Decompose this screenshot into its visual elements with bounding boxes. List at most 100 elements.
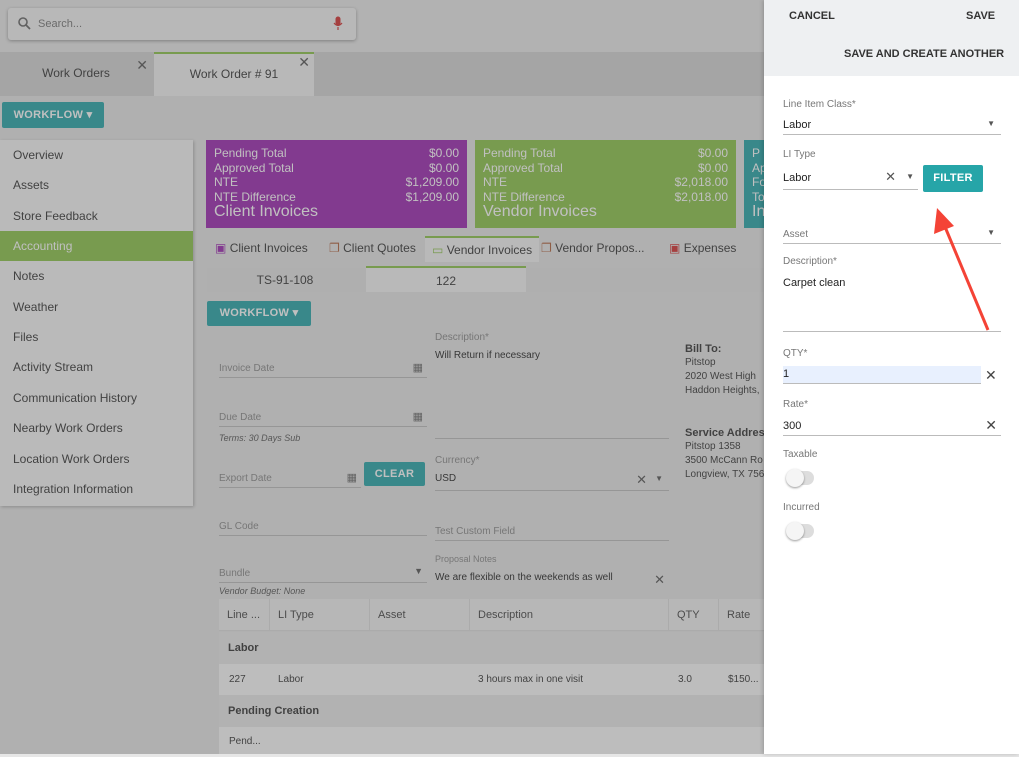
sidebar-item-nearby-work-orders[interactable]: Nearby Work Orders xyxy=(0,413,193,443)
column-header-asset[interactable]: Asset xyxy=(370,599,470,631)
sidebar-item-accounting[interactable]: Accounting xyxy=(0,231,193,261)
cell-li-type: Labor xyxy=(278,674,304,685)
bundle-select[interactable]: Bundle ▼ xyxy=(219,565,427,583)
clear-icon[interactable]: ✕ xyxy=(636,472,647,488)
sidebar-item-overview[interactable]: Overview xyxy=(0,140,193,170)
table-row[interactable]: Pend... xyxy=(219,727,764,754)
incurred-toggle[interactable] xyxy=(786,522,814,540)
clear-icon[interactable]: ✕ xyxy=(654,572,665,588)
tab-vendor-proposals[interactable]: ❐ Vendor Propos... xyxy=(541,236,645,260)
table-row[interactable]: 227 Labor 3 hours max in one visit 3.0 $… xyxy=(219,664,764,696)
address-line: Haddon Heights, xyxy=(685,385,760,396)
cell-rate: $150... xyxy=(728,674,759,685)
tab-label: Client Invoices xyxy=(229,241,308,255)
rate-value: 300 xyxy=(783,420,802,432)
address-line: Pitstop xyxy=(685,357,716,368)
column-header-li-type[interactable]: LI Type xyxy=(270,599,370,631)
column-header-rate[interactable]: Rate xyxy=(719,599,764,631)
proposal-notes-label: Proposal Notes xyxy=(435,554,497,564)
tab-expenses[interactable]: ▣ Expenses xyxy=(669,236,736,260)
currency-label: Currency* xyxy=(435,455,480,466)
filter-button[interactable]: FILTER xyxy=(923,165,983,192)
cell-line: Pend... xyxy=(229,736,261,747)
line-item-class-value: Labor xyxy=(783,119,812,131)
clear-icon[interactable]: ✕ xyxy=(885,169,896,185)
approved-total-label: Approved Total xyxy=(483,160,563,175)
sidebar-item-communication-history[interactable]: Communication History xyxy=(0,383,193,413)
workflow-label: WORKFLOW xyxy=(219,307,290,319)
sidebar-item-files[interactable]: Files xyxy=(0,322,193,352)
currency-select[interactable]: USD ✕ ▼ xyxy=(435,472,669,491)
invoice-workflow-button[interactable]: WORKFLOW ▾ xyxy=(207,301,311,326)
li-type-select[interactable]: Labor ✕ ▼ xyxy=(783,169,918,190)
sidebar-item-location-work-orders[interactable]: Location Work Orders xyxy=(0,444,193,474)
sidebar-item-integration-information[interactable]: Integration Information xyxy=(0,474,193,504)
microphone-icon[interactable] xyxy=(333,16,343,31)
li-type-value: Labor xyxy=(783,172,812,184)
nte-difference-value: $2,018.00 xyxy=(674,189,728,204)
card-text: P xyxy=(752,146,761,160)
close-icon[interactable]: ✕ xyxy=(136,48,148,82)
tab-client-invoices[interactable]: ▣ Client Invoices xyxy=(215,236,308,260)
cancel-button[interactable]: CANCEL xyxy=(789,10,835,22)
cell-description: 3 hours max in one visit xyxy=(478,674,584,685)
calendar-icon[interactable]: ▦ xyxy=(413,410,423,423)
bill-to-block: Bill To: Pitstop 2020 West High Haddon H… xyxy=(685,342,764,398)
proposal-notes-field[interactable]: We are flexible on the weekends as well … xyxy=(435,572,669,590)
tab-work-order-91[interactable]: Work Order # 91 ✕ xyxy=(154,52,314,96)
invoice-tab-122[interactable]: 122 xyxy=(366,266,526,292)
sidebar-item-activity-stream[interactable]: Activity Stream xyxy=(0,352,193,382)
column-header-line[interactable]: Line ... xyxy=(219,599,270,631)
nte-difference-label: NTE Difference xyxy=(483,189,565,204)
line-item-class-select[interactable]: Labor ▼ xyxy=(783,117,1001,135)
card-title: Client Invoices xyxy=(214,203,319,220)
sidebar-item-weather[interactable]: Weather xyxy=(0,292,193,322)
description-textarea[interactable]: Will Return if necessary xyxy=(435,350,669,439)
export-date-label: Export Date xyxy=(219,473,272,484)
rate-input[interactable]: 300 ✕ xyxy=(783,417,1001,436)
sidebar-item-store-feedback[interactable]: Store Feedback xyxy=(0,201,193,231)
search-input[interactable] xyxy=(38,15,318,33)
column-header-qty[interactable]: QTY xyxy=(669,599,719,631)
rate-label: Rate* xyxy=(783,399,809,410)
save-button[interactable]: SAVE xyxy=(966,10,995,22)
invoice-tab-ts-91-108[interactable]: TS-91-108 xyxy=(207,268,363,292)
taxable-toggle[interactable] xyxy=(786,469,814,487)
search-icon xyxy=(18,17,31,30)
clear-icon[interactable]: ✕ xyxy=(985,417,997,434)
export-date-field[interactable]: Export Date ▦ xyxy=(219,470,361,488)
sidebar-item-notes[interactable]: Notes xyxy=(0,261,193,291)
invoice-date-field[interactable]: Invoice Date ▦ xyxy=(219,360,427,378)
li-type-label: LI Type xyxy=(783,149,816,160)
tab-client-quotes[interactable]: ❐ Client Quotes xyxy=(329,236,416,260)
tab-work-orders[interactable]: Work Orders ✕ xyxy=(0,56,152,94)
test-custom-field[interactable]: Test Custom Field xyxy=(435,523,669,541)
search-box[interactable] xyxy=(8,8,356,40)
qty-input[interactable]: 1 xyxy=(783,366,981,384)
expense-icon: ▣ xyxy=(669,241,681,255)
sidebar-item-assets[interactable]: Assets xyxy=(0,170,193,200)
tab-label: Vendor Invoices xyxy=(446,243,533,257)
client-invoices-card[interactable]: Pending Total $0.00 Approved Total $0.00 N… xyxy=(206,140,467,228)
tab-label: Work Orders xyxy=(42,66,110,80)
save-and-create-another-button[interactable]: SAVE AND CREATE ANOTHER xyxy=(844,48,1004,60)
third-card[interactable]: P Ap Fo To In xyxy=(744,140,764,228)
vendor-invoices-card[interactable]: Pending Total $0.00 Approved Total $0.00 N… xyxy=(475,140,736,228)
calendar-icon[interactable]: ▦ xyxy=(413,361,423,374)
workflow-label: WORKFLOW xyxy=(13,109,84,121)
tab-label: Expenses xyxy=(683,241,737,255)
column-header-description[interactable]: Description xyxy=(470,599,669,631)
close-icon[interactable]: ✕ xyxy=(298,42,310,82)
annotation-arrow xyxy=(934,208,990,331)
gl-code-field[interactable]: GL Code xyxy=(219,518,427,536)
tab-vendor-invoices[interactable]: ▭ Vendor Invoices xyxy=(425,236,540,262)
due-date-field[interactable]: Due Date ▦ xyxy=(219,409,427,427)
clear-button[interactable]: CLEAR xyxy=(364,462,425,486)
calendar-icon[interactable]: ▦ xyxy=(347,471,357,484)
gl-code-label: GL Code xyxy=(219,521,259,532)
money-icon: ▭ xyxy=(432,243,444,257)
test-custom-label: Test Custom Field xyxy=(435,526,516,537)
clear-icon[interactable]: ✕ xyxy=(985,367,997,384)
workflow-button[interactable]: WORKFLOW ▾ xyxy=(2,102,104,128)
caret-down-icon: ▾ xyxy=(292,307,299,319)
